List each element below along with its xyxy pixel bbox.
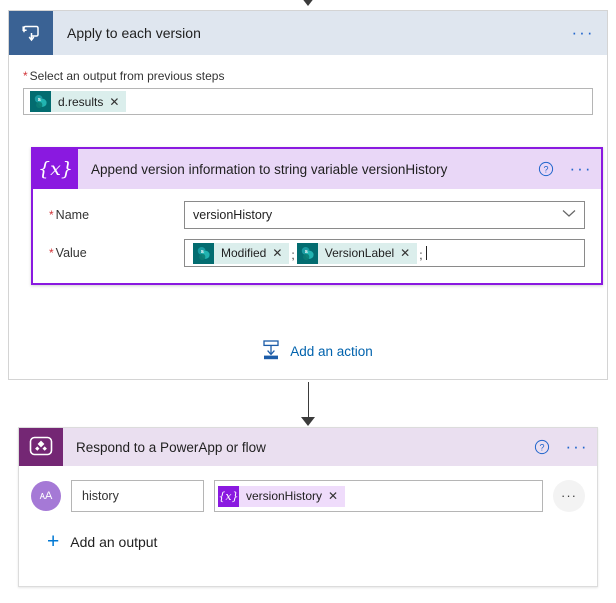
connector-middle	[0, 382, 616, 428]
help-circle-icon[interactable]: ?	[531, 149, 561, 189]
arrow-down-icon	[301, 417, 315, 426]
add-an-output-label: Add an output	[70, 534, 158, 550]
token-modified[interactable]: s Modified ✕	[193, 242, 290, 264]
token-versionlabel[interactable]: s VersionLabel ✕	[296, 242, 418, 264]
sharepoint-icon: s	[296, 242, 318, 264]
svg-text:s: s	[38, 97, 41, 103]
token-d-results[interactable]: s d.results ✕	[30, 91, 127, 112]
select-output-input[interactable]: s d.results ✕	[23, 88, 593, 115]
svg-text:?: ?	[543, 164, 548, 174]
token-label: versionHistory	[246, 489, 323, 503]
append-action-header[interactable]: {x} Append version information to string…	[33, 149, 601, 189]
text-type-icon: ᴀA	[31, 481, 61, 511]
chevron-down-icon[interactable]	[562, 209, 576, 221]
name-row: * Name versionHistory	[49, 201, 585, 229]
required-asterisk: *	[23, 69, 28, 83]
svg-text:s: s	[305, 249, 308, 255]
add-an-output-button[interactable]: + Add an output	[47, 530, 585, 553]
name-label: * Name	[49, 208, 184, 222]
help-circle-icon[interactable]: ?	[527, 428, 557, 466]
variable-name-select[interactable]: versionHistory	[184, 201, 585, 229]
name-label-text: Name	[55, 208, 90, 222]
apply-to-each-title: Apply to each version	[67, 25, 201, 41]
respond-body: ᴀA history {x} versionHistory ✕ ··· + Ad…	[19, 466, 597, 553]
token-remove-button[interactable]: ✕	[272, 246, 289, 260]
apply-to-each-loop-icon	[9, 11, 53, 55]
value-separator-1: ;	[291, 248, 295, 262]
add-an-action-label: Add an action	[290, 344, 373, 359]
apply-to-each-card[interactable]: Apply to each version ··· * Select an ou…	[8, 10, 608, 380]
connector-top	[0, 0, 616, 10]
value-separator-2: ;	[419, 248, 423, 262]
token-remove-button[interactable]: ✕	[400, 246, 417, 260]
svg-text:s: s	[201, 249, 204, 255]
powerapps-icon	[19, 428, 63, 466]
text-cursor	[425, 246, 427, 260]
required-asterisk: *	[49, 208, 54, 222]
select-output-label-text: Select an output from previous steps	[29, 69, 225, 83]
apply-to-each-body: * Select an output from previous steps s…	[9, 55, 607, 115]
apply-to-each-menu-button[interactable]: ···	[559, 11, 607, 55]
select-output-label: * Select an output from previous steps	[23, 69, 593, 83]
arrow-down-icon	[301, 0, 315, 6]
variables-icon: {x}	[33, 149, 78, 189]
token-remove-button[interactable]: ✕	[328, 489, 345, 503]
append-to-string-variable-card[interactable]: {x} Append version information to string…	[31, 147, 603, 285]
required-asterisk: *	[49, 246, 54, 260]
sharepoint-icon: s	[30, 91, 51, 112]
add-an-action-button[interactable]: Add an action	[9, 339, 616, 364]
svg-text:?: ?	[539, 442, 544, 452]
token-label: d.results	[58, 94, 104, 109]
token-remove-button[interactable]: ✕	[109, 95, 126, 109]
variable-name-value: versionHistory	[193, 208, 273, 222]
append-action-title: Append version information to string var…	[91, 161, 448, 177]
apply-to-each-header[interactable]: Apply to each version ···	[9, 11, 607, 55]
output-name-input[interactable]: history	[71, 480, 204, 512]
respond-header[interactable]: Respond to a PowerApp or flow ? ···	[19, 428, 597, 466]
output-row-menu-button[interactable]: ···	[553, 480, 585, 512]
append-action-menu-button[interactable]: ···	[561, 149, 601, 189]
value-row: * Value s Modified ✕ ; s VersionLabel ✕ …	[49, 239, 585, 267]
variables-icon: {x}	[218, 485, 239, 507]
append-action-body: * Name versionHistory * Value s Modified…	[33, 189, 601, 283]
output-value-input[interactable]: {x} versionHistory ✕	[214, 480, 543, 512]
value-label-text: Value	[55, 246, 87, 260]
token-label: VersionLabel	[324, 246, 395, 260]
plus-icon: +	[47, 530, 60, 553]
token-versionhistory[interactable]: {x} versionHistory ✕	[218, 485, 346, 507]
variable-value-input[interactable]: s Modified ✕ ; s VersionLabel ✕ ;	[184, 239, 585, 267]
insert-below-icon	[261, 339, 281, 364]
respond-title: Respond to a PowerApp or flow	[76, 439, 266, 455]
sharepoint-icon: s	[193, 242, 214, 264]
output-row: ᴀA history {x} versionHistory ✕ ···	[31, 480, 585, 512]
respond-to-powerapp-card[interactable]: Respond to a PowerApp or flow ? ··· ᴀA h…	[18, 427, 598, 587]
value-label: * Value	[49, 246, 184, 260]
respond-menu-button[interactable]: ···	[557, 428, 597, 466]
token-label: Modified	[221, 246, 267, 260]
